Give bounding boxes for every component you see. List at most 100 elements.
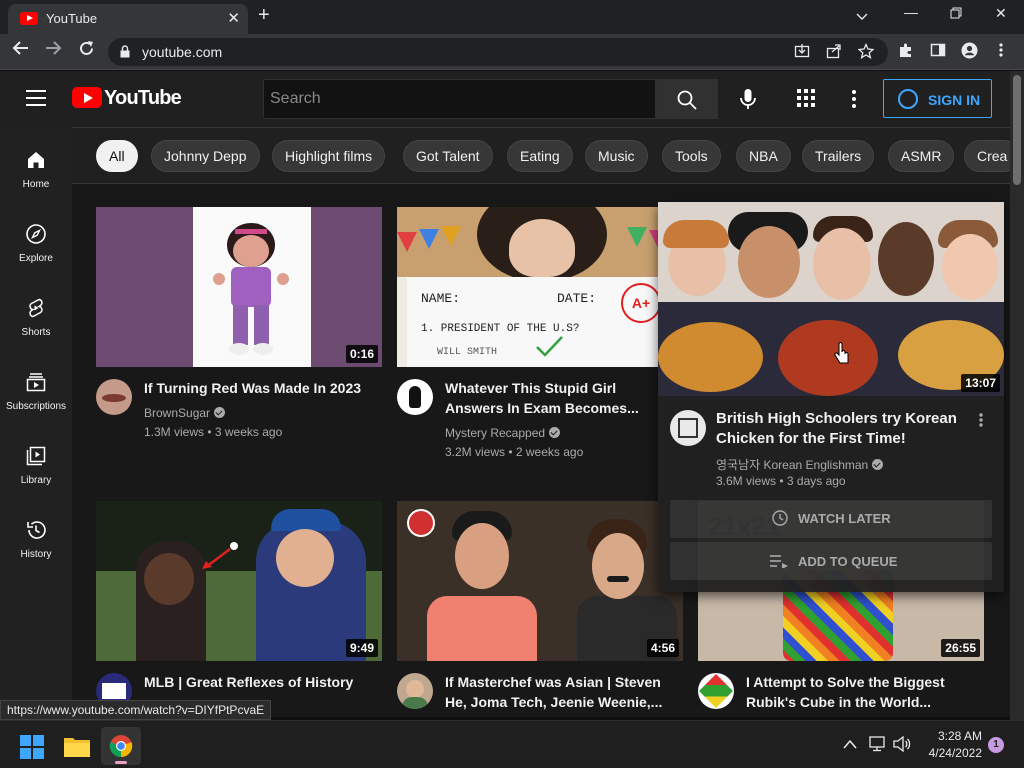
channel-avatar[interactable]	[670, 410, 706, 446]
video-thumbnail[interactable]: NAME: DATE: 1. PRESIDENT OF THE U.S? WIL…	[397, 207, 683, 367]
chip-creative[interactable]: Crea	[964, 140, 1010, 172]
chip-asmr[interactable]: ASMR	[888, 140, 955, 172]
search-input[interactable]	[264, 80, 655, 118]
preview-thumbnail[interactable]: 13:07	[658, 202, 1004, 396]
reload-icon[interactable]	[78, 40, 95, 62]
video-channel[interactable]: BrownSugar	[144, 406, 226, 420]
file-explorer-icon[interactable]	[64, 735, 90, 757]
video-title[interactable]: If Masterchef was Asian | Steven He, Jom…	[445, 672, 675, 712]
chip-all[interactable]: All	[96, 140, 138, 172]
youtube-favicon-icon	[20, 12, 38, 25]
guide-menu-icon[interactable]	[26, 90, 46, 106]
chrome-taskbar-button[interactable]	[101, 727, 141, 765]
notification-badge[interactable]: 1	[988, 737, 1004, 753]
sidebar-item-label: Library	[20, 475, 52, 486]
chip-nba[interactable]: NBA	[736, 140, 791, 172]
active-app-indicator	[115, 761, 127, 764]
chip-music[interactable]: Music	[585, 140, 648, 172]
show-hidden-icons-chevron-icon[interactable]	[843, 739, 857, 749]
browser-menu-icon[interactable]	[999, 42, 1003, 62]
youtube-masthead: YouTube SIGN IN	[0, 71, 1010, 127]
video-channel[interactable]: Mystery Recapped	[445, 426, 561, 440]
youtube-apps-icon[interactable]	[797, 89, 817, 109]
sidebar-item-subscriptions[interactable]: Subscriptions	[0, 371, 72, 441]
clock-date[interactable]: 4/24/2022	[922, 746, 982, 760]
chip-eating[interactable]: Eating	[507, 140, 573, 172]
video-title[interactable]: MLB | Great Reflexes of History	[144, 672, 374, 692]
channel-avatar[interactable]	[96, 379, 132, 415]
video-duration: 0:16	[345, 345, 378, 363]
windows-start-icon[interactable]	[20, 735, 44, 759]
sign-in-button[interactable]: SIGN IN	[883, 79, 992, 118]
video-thumbnail[interactable]: 4:56	[397, 501, 683, 661]
search-button[interactable]	[656, 79, 718, 119]
share-icon[interactable]	[826, 43, 842, 62]
browser-tab[interactable]: YouTube ✕	[8, 4, 248, 34]
clock-icon	[772, 510, 788, 526]
youtube-wordmark[interactable]: YouTube	[104, 87, 182, 110]
subscriptions-icon	[26, 373, 46, 392]
channel-avatar[interactable]	[698, 673, 734, 709]
video-thumbnail[interactable]: 0:16	[96, 207, 382, 367]
video-thumbnail[interactable]: 9:49	[96, 501, 382, 661]
video-action-menu-icon[interactable]	[978, 412, 984, 428]
minimize-icon[interactable]: —	[904, 4, 918, 20]
channel-avatar[interactable]	[397, 379, 433, 415]
clock-time[interactable]: 3:28 AM	[924, 729, 982, 743]
network-icon[interactable]	[869, 736, 887, 752]
sidebar-item-label: History	[20, 549, 52, 560]
paper-question: 1. PRESIDENT OF THE U.S?	[421, 323, 580, 335]
voice-search-button[interactable]	[733, 84, 763, 114]
compass-icon	[26, 224, 46, 244]
sidebar-item-home[interactable]: Home	[0, 149, 72, 219]
tab-search-chevron-icon[interactable]	[856, 8, 868, 24]
profile-icon[interactable]	[961, 42, 978, 63]
browser-tab-strip: YouTube ✕ + — ✕	[0, 0, 1024, 34]
forward-arrow-icon[interactable]	[44, 40, 62, 61]
youtube-logo-icon[interactable]	[72, 87, 102, 108]
back-arrow-icon[interactable]	[12, 40, 30, 61]
settings-more-icon[interactable]	[849, 90, 859, 108]
video-channel[interactable]: 영국남자 Korean Englishman	[716, 456, 884, 473]
video-title[interactable]: Whatever This Stupid Girl Answers In Exa…	[445, 378, 675, 418]
address-bar[interactable]: youtube.com	[108, 38, 888, 66]
video-title[interactable]: If Turning Red Was Made In 2023	[144, 378, 374, 398]
volume-icon[interactable]	[893, 736, 911, 752]
install-app-icon[interactable]	[794, 43, 810, 62]
tab-close-icon[interactable]: ✕	[227, 9, 240, 27]
chip-tools[interactable]: Tools	[662, 140, 721, 172]
chip-johnny-depp[interactable]: Johnny Depp	[151, 140, 260, 172]
watch-later-button[interactable]: WATCH LATER	[670, 500, 992, 538]
verified-badge-icon	[214, 407, 226, 418]
chrome-icon	[109, 735, 133, 758]
sidebar-item-library[interactable]: Library	[0, 445, 72, 515]
scrollbar-thumb[interactable]	[1013, 75, 1021, 185]
channel-avatar[interactable]	[397, 673, 433, 709]
video-title[interactable]: I Attempt to Solve the Biggest Rubik's C…	[746, 672, 976, 712]
new-tab-icon[interactable]: +	[258, 4, 270, 27]
mini-guide-sidebar: Home Explore Shorts Subscriptions Librar…	[0, 127, 72, 717]
video-hover-preview[interactable]: 13:07 British High Schoolers try Korean …	[658, 202, 1004, 592]
preview-title[interactable]: British High Schoolers try Korean Chicke…	[716, 409, 976, 449]
checkmark-icon	[536, 336, 563, 357]
chip-trailers[interactable]: Trailers	[802, 140, 875, 172]
lock-icon	[120, 45, 130, 58]
search-icon	[677, 90, 697, 110]
sidebar-item-label: Shorts	[21, 327, 51, 338]
extensions-puzzle-icon[interactable]	[898, 42, 914, 62]
close-window-icon[interactable]: ✕	[995, 5, 1007, 22]
page-scrollbar[interactable]	[1010, 71, 1024, 720]
chip-got-talent[interactable]: Got Talent	[403, 140, 493, 172]
add-to-queue-button[interactable]: ADD TO QUEUE	[670, 542, 992, 580]
sidebar-item-history[interactable]: History	[0, 519, 72, 589]
paper-answer: WILL SMITH	[437, 347, 498, 358]
side-panel-icon[interactable]	[930, 42, 946, 62]
sidebar-item-shorts[interactable]: Shorts	[0, 297, 72, 367]
bookmark-star-icon[interactable]	[857, 42, 875, 62]
cartoon-girl-illustration	[213, 223, 289, 355]
sidebar-item-explore[interactable]: Explore	[0, 223, 72, 293]
watch-later-label: WATCH LATER	[798, 511, 891, 526]
chip-highlight-films[interactable]: Highlight films	[272, 140, 386, 172]
restore-icon[interactable]	[950, 6, 962, 22]
history-icon	[27, 521, 46, 539]
